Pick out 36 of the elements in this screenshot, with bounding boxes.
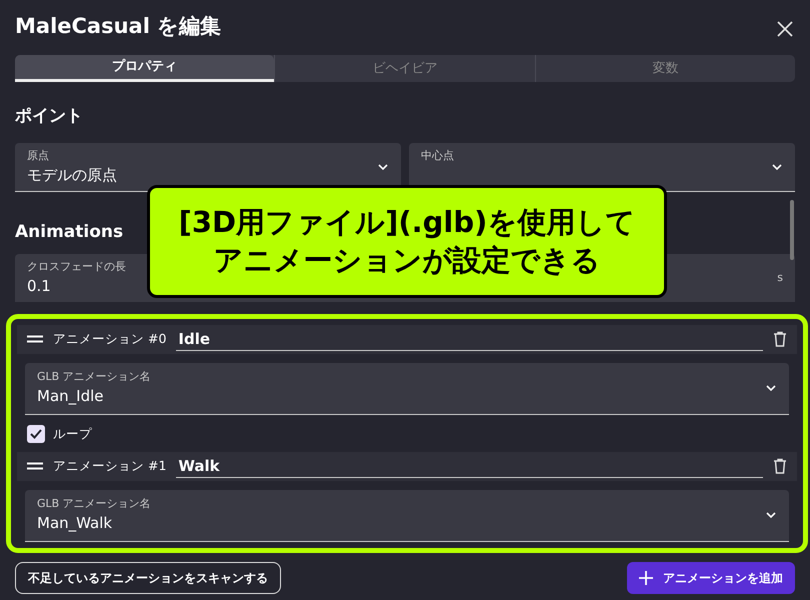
delete-icon[interactable] xyxy=(773,331,787,348)
checkbox-label: ループ xyxy=(53,424,92,443)
checkbox[interactable] xyxy=(27,425,45,444)
field-label: GLB アニメーション名 xyxy=(37,496,151,512)
field-value: モデルの原点 xyxy=(27,165,118,186)
dialog-title: MaleCasual を編集 xyxy=(15,14,222,40)
animation-label: アニメーション #1 xyxy=(53,456,166,475)
unit-label: s xyxy=(777,270,783,286)
field-label: 中心点 xyxy=(421,148,454,164)
select-field[interactable]: GLB アニメーション名 Man_Walk xyxy=(25,490,789,542)
scrollbar-thumb[interactable] xyxy=(790,200,794,260)
name-input[interactable]: Walk xyxy=(176,454,763,478)
section-heading: Animations xyxy=(15,222,124,242)
name-input[interactable]: Idle xyxy=(176,327,763,352)
field-value: Man_Idle xyxy=(37,386,104,408)
animation-header[interactable]: アニメーション #0 Idle xyxy=(17,324,797,354)
field-label: GLB アニメーション名 xyxy=(37,368,151,385)
section-heading: ポイント xyxy=(15,106,83,127)
select-field[interactable]: GLB アニメーション名 Man_Idle xyxy=(25,362,789,415)
field-label: クロスフェードの長 xyxy=(27,258,126,275)
field-value: Man_Walk xyxy=(37,513,114,534)
field-label: 原点 xyxy=(27,148,49,164)
animation-header[interactable]: アニメーション #1 Walk xyxy=(17,452,797,481)
delete-icon[interactable] xyxy=(773,458,787,474)
scan-button[interactable]: 不足しているアニメーションをスキャンする xyxy=(15,562,281,594)
plus-icon xyxy=(639,570,653,585)
select-field[interactable]: 原点 モデルの原点 xyxy=(15,142,401,192)
select-field[interactable]: 中心点 xyxy=(409,142,795,192)
callout-text: [3D用ファイル](.glb)を使用して xyxy=(178,204,636,241)
callout-text: アニメーションが設定できる xyxy=(214,242,600,278)
drag-handle-icon[interactable] xyxy=(27,462,43,470)
drag-handle-icon[interactable] xyxy=(27,335,43,344)
field-value: 0.1 xyxy=(27,276,52,298)
add-button[interactable]: アニメーションを追加 xyxy=(627,562,795,594)
animation-label: アニメーション #0 xyxy=(53,330,166,348)
tab[interactable]: プロパティ xyxy=(15,55,274,82)
